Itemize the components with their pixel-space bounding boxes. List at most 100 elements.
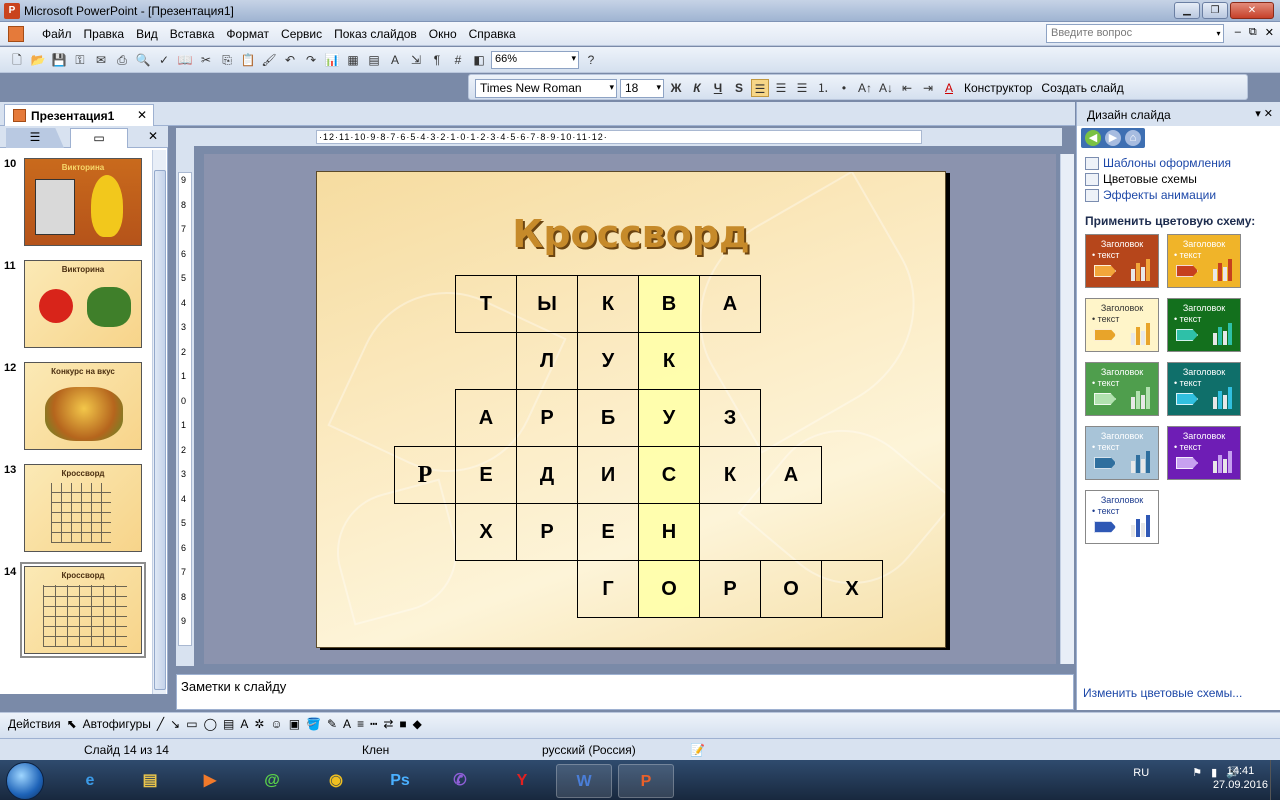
- save-icon[interactable]: 💾: [50, 51, 68, 69]
- redo-icon[interactable]: ↷: [302, 51, 320, 69]
- new-icon[interactable]: 🗋: [8, 51, 26, 69]
- menu-window[interactable]: Окно: [423, 27, 463, 41]
- yandex-icon[interactable]: Y: [494, 764, 550, 798]
- show-formatting-icon[interactable]: ¶: [428, 51, 446, 69]
- oval-icon[interactable]: ◯: [204, 717, 217, 731]
- cut-icon[interactable]: ✂: [197, 51, 215, 69]
- grid-icon[interactable]: #: [449, 51, 467, 69]
- menu-view[interactable]: Вид: [130, 27, 164, 41]
- open-icon[interactable]: 📂: [29, 51, 47, 69]
- menu-tools[interactable]: Сервис: [275, 27, 328, 41]
- menu-edit[interactable]: Правка: [78, 27, 131, 41]
- diagram-icon[interactable]: ✲: [254, 717, 264, 731]
- word-icon[interactable]: W: [556, 764, 612, 798]
- flag-icon[interactable]: ⚑: [1192, 767, 1202, 779]
- menu-format[interactable]: Формат: [220, 27, 275, 41]
- doc-minimize-icon[interactable]: –: [1235, 26, 1241, 39]
- mail-agent-icon[interactable]: @: [244, 764, 300, 798]
- color-scheme-option[interactable]: Заголовок • текст: [1085, 234, 1159, 288]
- line-style-icon[interactable]: ≡: [357, 717, 364, 731]
- slide-thumbnail[interactable]: Викторина: [24, 158, 142, 246]
- underline-button[interactable]: Ч: [709, 79, 727, 97]
- shadow-style-icon[interactable]: ■: [399, 717, 406, 731]
- slide-thumbnail[interactable]: Викторина: [24, 260, 142, 348]
- font-color-draw-icon[interactable]: A: [343, 717, 351, 731]
- new-slide-button[interactable]: Создать слайд: [1038, 81, 1126, 95]
- actions-menu[interactable]: Действия: [8, 717, 61, 731]
- photoshop-icon[interactable]: Ps: [372, 764, 428, 798]
- print-preview-icon[interactable]: 🔍: [134, 51, 152, 69]
- close-panel-icon[interactable]: ✕: [148, 129, 158, 143]
- viber-icon[interactable]: ✆: [432, 764, 488, 798]
- color-scheme-option[interactable]: Заголовок • текст: [1085, 426, 1159, 480]
- color-scheme-option[interactable]: Заголовок • текст: [1167, 362, 1241, 416]
- arrow-style-icon[interactable]: ⇄: [383, 717, 393, 731]
- slide-title[interactable]: Кроссворд: [317, 212, 945, 256]
- tables-borders-icon[interactable]: ▤: [365, 51, 383, 69]
- bullets-icon[interactable]: •: [835, 79, 853, 97]
- menu-slideshow[interactable]: Показ слайдов: [328, 27, 423, 41]
- thumbnail-row[interactable]: 12 Конкурс на вкус: [0, 358, 150, 450]
- line-color-icon[interactable]: ✎: [327, 717, 337, 731]
- scheme-scrollbar[interactable]: [1269, 232, 1279, 672]
- decrease-indent-icon[interactable]: ⇤: [898, 79, 916, 97]
- help-icon[interactable]: ?: [582, 51, 600, 69]
- animation-effects-link[interactable]: Эффекты анимации: [1085, 188, 1216, 202]
- insert-wordart-icon[interactable]: A: [386, 51, 404, 69]
- slides-scrollbar[interactable]: [152, 150, 166, 694]
- align-left-icon[interactable]: ☰: [751, 79, 769, 97]
- slide-notes-input[interactable]: Заметки к слайду: [176, 674, 1074, 710]
- font-size-select[interactable]: 18: [620, 78, 664, 98]
- email-icon[interactable]: ✉: [92, 51, 110, 69]
- slide-thumbnail[interactable]: Кроссворд: [24, 464, 142, 552]
- clipart-icon[interactable]: ☺: [270, 717, 282, 731]
- undo-icon[interactable]: ↶: [281, 51, 299, 69]
- back-icon[interactable]: ◀: [1085, 130, 1101, 146]
- slides-scrollbar-thumb[interactable]: [154, 170, 166, 690]
- increase-indent-icon[interactable]: ⇥: [919, 79, 937, 97]
- rectangle-icon[interactable]: ▭: [186, 717, 197, 731]
- home-icon[interactable]: ⌂: [1125, 130, 1141, 146]
- insert-chart-icon[interactable]: 📊: [323, 51, 341, 69]
- bold-button[interactable]: Ж: [667, 79, 685, 97]
- permission-icon[interactable]: ⚿: [71, 51, 89, 69]
- ask-dropdown-icon[interactable]: ▾: [1213, 24, 1224, 43]
- color-scheme-option[interactable]: Заголовок • текст: [1085, 298, 1159, 352]
- slide-thumbnail[interactable]: Конкурс на вкус: [24, 362, 142, 450]
- numbering-icon[interactable]: ⒈: [814, 79, 832, 97]
- thumbnail-row[interactable]: 10 Викторина: [0, 154, 150, 246]
- document-icon[interactable]: [8, 26, 24, 42]
- color-scheme-option[interactable]: Заголовок • текст: [1085, 362, 1159, 416]
- decrease-font-icon[interactable]: A↓: [877, 79, 895, 97]
- color-scheme-option[interactable]: Заголовок • текст: [1167, 298, 1241, 352]
- color-grayscale-icon[interactable]: ◧: [470, 51, 488, 69]
- chrome-icon[interactable]: ◉: [308, 764, 364, 798]
- forward-icon[interactable]: ▶: [1105, 130, 1121, 146]
- insert-table-icon[interactable]: ▦: [344, 51, 362, 69]
- spelling-icon[interactable]: ✓: [155, 51, 173, 69]
- zoom-select[interactable]: 66%: [491, 51, 579, 69]
- wordart-icon[interactable]: A: [240, 717, 248, 731]
- design-templates-link[interactable]: Шаблоны оформления: [1085, 156, 1231, 170]
- thumbnail-row-selected[interactable]: 14 Кроссворд: [0, 562, 150, 658]
- paste-icon[interactable]: 📋: [239, 51, 257, 69]
- outline-tab[interactable]: ☰: [6, 128, 64, 148]
- ask-question-input[interactable]: Введите вопрос: [1046, 24, 1224, 43]
- format-painter-icon[interactable]: 🖌: [260, 51, 278, 69]
- minimize-button[interactable]: ▁: [1174, 2, 1200, 19]
- picture-icon[interactable]: ▣: [289, 717, 300, 731]
- color-scheme-option[interactable]: Заголовок • текст: [1167, 234, 1241, 288]
- font-color-icon[interactable]: A: [940, 79, 958, 97]
- italic-button[interactable]: К: [688, 79, 706, 97]
- start-button[interactable]: [6, 762, 44, 800]
- dash-style-icon[interactable]: ┅: [370, 717, 377, 731]
- task-pane-menu-icon[interactable]: ▾: [1255, 108, 1261, 120]
- powerpoint-taskbar-icon[interactable]: P: [618, 764, 674, 798]
- restore-button[interactable]: ❐: [1202, 2, 1228, 19]
- align-right-icon[interactable]: ☰: [793, 79, 811, 97]
- edit-color-schemes-link[interactable]: Изменить цветовые схемы...: [1083, 686, 1242, 700]
- fill-color-icon[interactable]: 🪣: [306, 717, 321, 731]
- color-scheme-option[interactable]: Заголовок • текст: [1085, 490, 1159, 544]
- color-scheme-option[interactable]: Заголовок • текст: [1167, 426, 1241, 480]
- close-window-button[interactable]: ✕: [1230, 2, 1274, 19]
